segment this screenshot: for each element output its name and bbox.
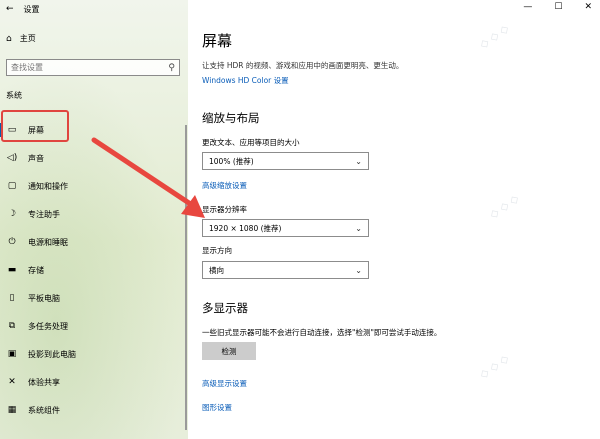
- sidebar-item-focus[interactable]: ☽ 专注助手: [0, 200, 188, 228]
- hdr-description: 让支持 HDR 的视频、游戏和应用中的画面更明亮、更生动。: [202, 61, 404, 70]
- home-nav-item[interactable]: ⌂ 主页: [6, 33, 36, 44]
- watermark: ◇ ◇ ◇: [477, 21, 512, 52]
- title-bar: ← 设置: [6, 2, 40, 16]
- notification-icon: ▢: [7, 181, 17, 191]
- sidebar-item-tablet[interactable]: ▯ 平板电脑: [0, 284, 188, 312]
- advanced-display-settings-link[interactable]: 高级显示设置: [202, 378, 247, 389]
- section-label: 系统: [6, 91, 22, 100]
- sidebar-item-label: 多任务处理: [28, 321, 68, 331]
- annotation-highlight-box: [1, 110, 69, 142]
- graphics-settings-link[interactable]: 图形设置: [202, 402, 232, 413]
- sidebar-item-notifications[interactable]: ▢ 通知和操作: [0, 172, 188, 200]
- scale-label: 更改文本、应用等项目的大小: [202, 138, 300, 147]
- projection-icon: ▣: [7, 349, 17, 359]
- sidebar-item-storage[interactable]: ▬ 存储: [0, 256, 188, 284]
- orientation-label: 显示方向: [202, 246, 232, 255]
- orientation-value: 横向: [209, 265, 224, 275]
- maximize-icon[interactable]: ☐: [554, 2, 562, 12]
- sidebar-item-shared-experience[interactable]: ✕ 体验共享: [0, 368, 188, 396]
- back-arrow-icon[interactable]: ←: [6, 4, 14, 14]
- resolution-label: 显示器分辨率: [202, 205, 247, 214]
- minimize-icon[interactable]: —: [523, 2, 532, 12]
- page-title: 屏幕: [202, 32, 233, 50]
- scale-dropdown[interactable]: 100% (推荐) ⌄: [202, 152, 369, 170]
- sidebar-item-label: 专注助手: [28, 209, 60, 219]
- sidebar-item-power[interactable]: ⏻ 电源和睡眠: [0, 228, 188, 256]
- share-icon: ✕: [8, 377, 16, 387]
- window-controls: — ☐ ✕: [523, 0, 592, 14]
- detect-button[interactable]: 检测: [202, 342, 256, 360]
- chevron-down-icon: ⌄: [355, 156, 362, 166]
- chevron-down-icon: ⌄: [355, 265, 362, 275]
- scale-layout-heading: 缩放与布局: [202, 111, 260, 125]
- close-icon[interactable]: ✕: [584, 2, 592, 12]
- sidebar-item-sound[interactable]: ◁) 声音: [0, 144, 188, 172]
- nav-list: ▭ 屏幕 ◁) 声音 ▢ 通知和操作 ☽ 专注助手 ⏻ 电源和睡眠 ▬ 存储 ▯…: [0, 116, 188, 424]
- sidebar-item-label: 声音: [28, 153, 44, 163]
- sidebar-item-label: 平板电脑: [28, 293, 60, 303]
- search-box[interactable]: ⚲: [6, 59, 180, 76]
- resolution-dropdown[interactable]: 1920 × 1080 (推荐) ⌄: [202, 219, 369, 237]
- sidebar-item-label: 投影到此电脑: [28, 349, 76, 359]
- multitask-icon: ⧉: [8, 321, 16, 331]
- speaker-icon: ◁): [6, 153, 18, 163]
- component-icon: ▦: [7, 405, 17, 415]
- sidebar-item-system-components[interactable]: ▦ 系统组件: [0, 396, 188, 424]
- hdr-color-settings-link[interactable]: Windows HD Color 设置: [202, 75, 289, 86]
- window-title: 设置: [23, 4, 40, 14]
- sidebar-item-label: 系统组件: [28, 405, 60, 415]
- watermark: ◇ ◇ ◇: [477, 351, 512, 382]
- sidebar-item-projection[interactable]: ▣ 投影到此电脑: [0, 340, 188, 368]
- multiple-displays-heading: 多显示器: [202, 301, 248, 315]
- sidebar-item-label: 通知和操作: [28, 181, 68, 191]
- power-icon: ⏻: [8, 237, 16, 247]
- sidebar-item-label: 存储: [28, 265, 44, 275]
- search-input[interactable]: [11, 63, 141, 72]
- main-panel: — ☐ ✕ ◇ ◇ ◇ ◇ ◇ ◇ ◇ ◇ ◇ 屏幕 让支持 HDR 的视频、游…: [188, 0, 600, 439]
- orientation-dropdown[interactable]: 横向 ⌄: [202, 261, 369, 279]
- sidebar-item-multitasking[interactable]: ⧉ 多任务处理: [0, 312, 188, 340]
- advanced-scaling-link[interactable]: 高级缩放设置: [202, 180, 247, 191]
- home-icon: ⌂: [6, 33, 12, 44]
- sidebar-item-label: 体验共享: [28, 377, 60, 387]
- multiple-displays-description: 一些旧式显示器可能不会进行自动连接，选择"检测"即可尝试手动连接。: [202, 328, 442, 337]
- tablet-icon: ▯: [9, 293, 15, 303]
- storage-icon: ▬: [7, 265, 17, 275]
- search-icon[interactable]: ⚲: [168, 63, 175, 73]
- resolution-value: 1920 × 1080 (推荐): [209, 223, 282, 233]
- sidebar: ← 设置 ⌂ 主页 ⚲ 系统 ▭ 屏幕 ◁) 声音 ▢ 通知和操作 ☽ 专注助手…: [0, 0, 188, 439]
- watermark: ◇ ◇ ◇: [487, 191, 522, 222]
- home-label: 主页: [19, 34, 36, 43]
- scale-value: 100% (推荐): [209, 156, 254, 166]
- sidebar-scrollbar[interactable]: [185, 125, 187, 430]
- moon-icon: ☽: [7, 209, 17, 219]
- chevron-down-icon: ⌄: [355, 223, 362, 233]
- sidebar-item-label: 电源和睡眠: [28, 237, 68, 247]
